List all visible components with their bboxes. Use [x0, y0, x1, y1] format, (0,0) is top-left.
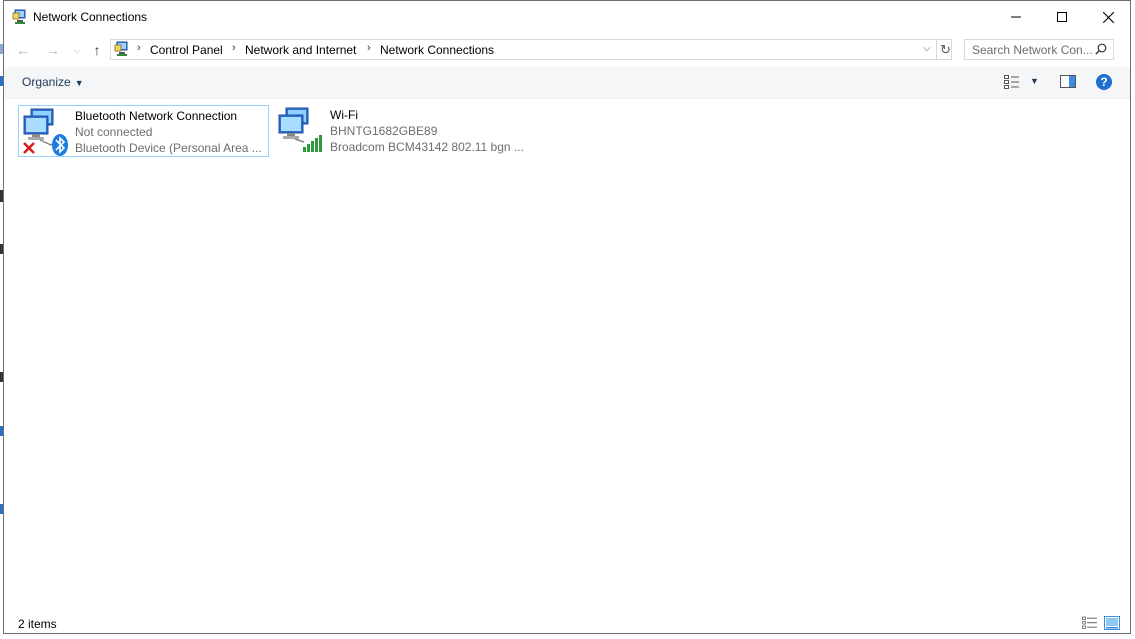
- back-arrow-icon: ←: [16, 42, 30, 58]
- organize-button[interactable]: Organize ▼: [22, 75, 84, 89]
- command-bar: Organize ▼ ▼ ?: [4, 67, 1130, 99]
- breadcrumb-network-and-internet[interactable]: Network and Internet: [245, 43, 356, 57]
- back-button[interactable]: ←: [12, 40, 34, 60]
- explorer-window: Network Connections ← → ⌵ ↑ › Control Pa…: [3, 0, 1131, 634]
- up-arrow-icon: ↑: [93, 42, 101, 58]
- control-panel-icon: [114, 41, 128, 56]
- up-button[interactable]: ↑: [86, 40, 108, 60]
- address-dropdown-icon[interactable]: ⌵: [923, 43, 935, 57]
- forward-button[interactable]: →: [42, 40, 64, 60]
- breadcrumb-separator-icon: ›: [232, 42, 236, 54]
- network-connections-icon: [12, 9, 26, 24]
- connection-status: BHNTG1682GBE89: [330, 124, 438, 138]
- connection-status: Not connected: [75, 125, 153, 139]
- refresh-icon: ↻: [940, 41, 951, 57]
- address-bar[interactable]: › Control Panel › Network and Internet ›…: [110, 39, 952, 60]
- chevron-down-icon: ⌵: [73, 44, 81, 55]
- refresh-button[interactable]: ↻: [936, 40, 954, 59]
- close-button[interactable]: [1085, 1, 1131, 33]
- preview-pane-icon[interactable]: [1060, 75, 1076, 88]
- recent-locations-button[interactable]: ⌵: [66, 40, 88, 60]
- connection-device: Bluetooth Device (Personal Area ...: [75, 141, 262, 155]
- change-view-icon[interactable]: [1004, 75, 1020, 89]
- breadcrumb-control-panel[interactable]: Control Panel: [150, 43, 223, 57]
- maximize-icon: [1057, 12, 1067, 22]
- bluetooth-network-icon: [23, 108, 68, 156]
- list-item[interactable]: Wi-Fi BHNTG1682GBE89 Broadcom BCM43142 8…: [274, 105, 534, 157]
- connection-name: Wi-Fi: [330, 108, 358, 122]
- minimize-icon: [1011, 16, 1021, 18]
- breadcrumb-network-connections[interactable]: Network Connections: [380, 43, 494, 57]
- breadcrumb-separator-icon: ›: [367, 42, 371, 54]
- connection-name: Bluetooth Network Connection: [75, 109, 238, 123]
- navigation-bar: ← → ⌵ ↑ › Control Panel › Network and In…: [4, 37, 1130, 63]
- title-bar[interactable]: Network Connections: [4, 1, 1130, 34]
- search-placeholder: Search Network Con...: [972, 43, 1093, 57]
- breadcrumb-separator-icon: ›: [137, 42, 141, 54]
- maximize-button[interactable]: [1039, 1, 1085, 33]
- large-icons-view-icon[interactable]: [1104, 616, 1120, 630]
- view-options-dropdown-icon[interactable]: ▼: [1030, 76, 1039, 86]
- minimize-button[interactable]: [993, 1, 1039, 33]
- list-item[interactable]: Bluetooth Network Connection Not connect…: [18, 105, 269, 157]
- search-icon[interactable]: [1095, 43, 1107, 55]
- caret-down-icon: ▼: [74, 78, 84, 88]
- wifi-network-icon: [278, 107, 322, 152]
- search-input[interactable]: Search Network Con...: [964, 39, 1114, 60]
- window-title: Network Connections: [33, 10, 148, 24]
- connection-device: Broadcom BCM43142 802.11 bgn ...: [330, 140, 524, 154]
- organize-label: Organize: [22, 75, 71, 89]
- close-icon: [1102, 11, 1114, 23]
- item-count: 2 items: [18, 617, 57, 631]
- forward-arrow-icon: →: [46, 42, 60, 58]
- help-icon[interactable]: ?: [1096, 74, 1112, 90]
- details-view-icon[interactable]: [1082, 616, 1098, 630]
